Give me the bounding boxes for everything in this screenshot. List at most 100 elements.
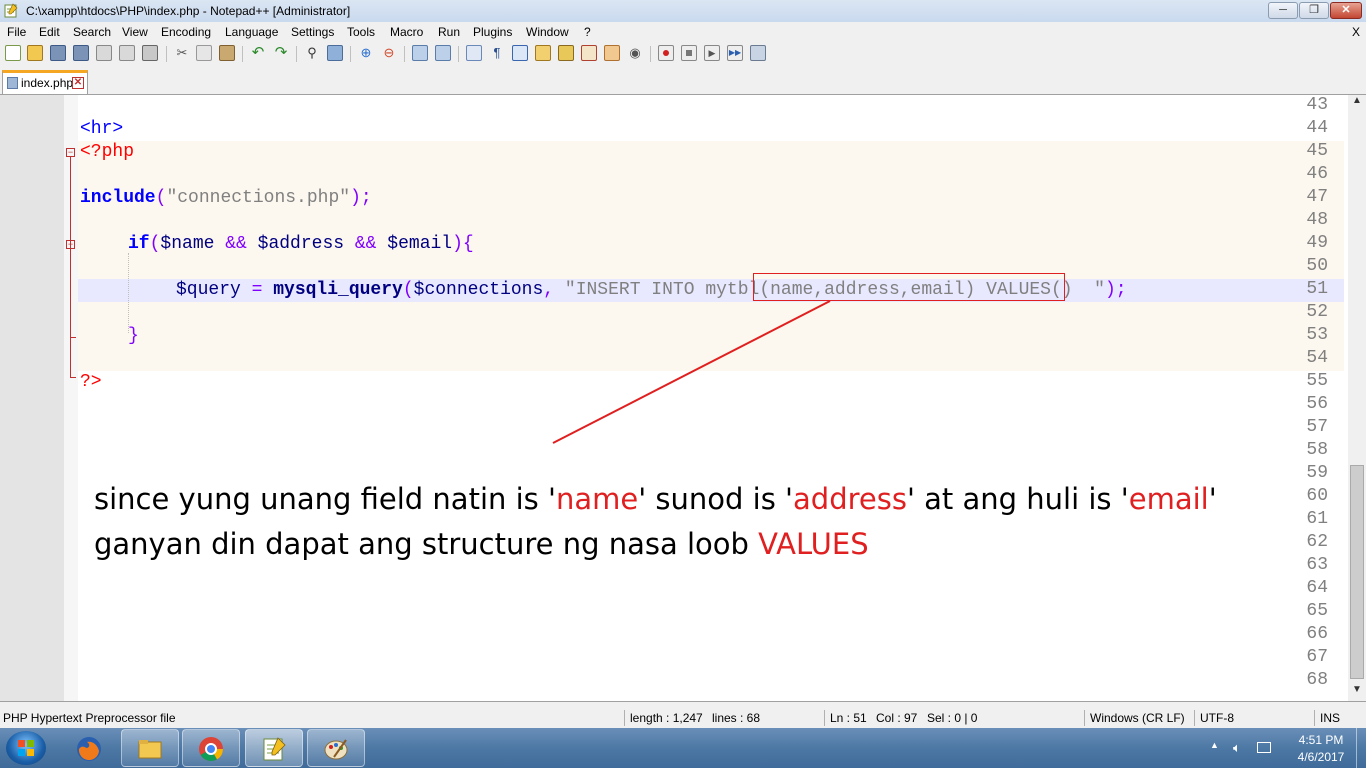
toolbar-separator (242, 46, 243, 62)
zoom-in-icon[interactable]: ⊕ (358, 45, 374, 61)
menu-file[interactable]: File (7, 25, 26, 39)
start-button-icon[interactable] (6, 731, 46, 765)
sync-horizontal-icon[interactable] (435, 45, 451, 61)
tab-strip: index.php ✕ (0, 66, 1366, 95)
show-hidden-icons-icon[interactable]: ▲ (1210, 740, 1224, 754)
menu-view[interactable]: View (122, 25, 148, 39)
status-insert-mode: INS (1320, 711, 1341, 725)
scrollbar-thumb[interactable] (1350, 465, 1364, 679)
tab-close-icon[interactable]: ✕ (72, 77, 84, 89)
record-macro-icon[interactable] (658, 45, 674, 61)
taskbar-notepadpp[interactable] (245, 729, 303, 767)
annotation-arrow (552, 300, 831, 444)
menu-bar: File Edit Search View Encoding Language … (0, 22, 1366, 42)
toolbar-separator (404, 46, 405, 62)
status-separator (1194, 710, 1195, 726)
status-encoding: UTF-8 (1200, 711, 1234, 725)
status-eol: Windows (CR LF) (1090, 711, 1185, 725)
window-title: C:\xampp\htdocs\PHP\index.php - Notepad+… (26, 4, 351, 18)
sync-vertical-icon[interactable] (412, 45, 428, 61)
status-separator (624, 710, 625, 726)
firefox-icon (75, 735, 103, 763)
stop-macro-icon[interactable] (681, 45, 697, 61)
status-selection: Sel : 0 | 0 (927, 711, 978, 725)
menu-run[interactable]: Run (438, 25, 460, 39)
menu-edit[interactable]: Edit (39, 25, 60, 39)
folder-workspace-icon[interactable] (604, 45, 620, 61)
network-icon[interactable] (1257, 742, 1271, 753)
menu-tools[interactable]: Tools (347, 25, 375, 39)
replace-icon[interactable] (327, 45, 343, 61)
user-defined-language-icon[interactable] (535, 45, 551, 61)
new-file-icon[interactable] (5, 45, 21, 61)
chrome-icon (197, 735, 225, 763)
menu-plugins[interactable]: Plugins (473, 25, 512, 39)
minimize-button[interactable]: ─ (1268, 2, 1298, 19)
run-macro-multiple-icon[interactable]: ▶▶ (727, 45, 743, 61)
toolbar-separator (296, 46, 297, 62)
annotation-text: since yung unang field natin is 'name' s… (94, 477, 1217, 567)
volume-icon[interactable]: 🔈︎ (1233, 740, 1247, 755)
cut-icon[interactable]: ✂ (174, 45, 190, 61)
redo-icon[interactable]: ↷ (273, 45, 289, 61)
tab-index-php[interactable]: index.php ✕ (2, 70, 88, 94)
menu-window[interactable]: Window (526, 25, 569, 39)
save-icon[interactable] (50, 45, 66, 61)
paint-icon (322, 735, 350, 763)
monitoring-icon[interactable]: ◉ (627, 45, 643, 61)
undo-icon[interactable]: ↶ (250, 45, 266, 61)
menu-settings[interactable]: Settings (291, 25, 334, 39)
clock-date[interactable]: 4/6/2017 (1292, 750, 1350, 764)
menu-macro[interactable]: Macro (390, 25, 423, 39)
scroll-down-icon[interactable]: ▼ (1348, 684, 1366, 701)
status-bar: PHP Hypertext Preprocessor file length :… (0, 708, 1366, 728)
toolbar-separator (458, 46, 459, 62)
status-separator (1314, 710, 1315, 726)
indent-guide-icon[interactable] (512, 45, 528, 61)
maximize-button[interactable]: ❐ (1299, 2, 1329, 19)
notepadpp-icon (260, 735, 288, 763)
copy-icon[interactable] (196, 45, 212, 61)
function-list-icon[interactable] (581, 45, 597, 61)
find-icon[interactable]: ⚲ (304, 45, 320, 61)
show-desktop-button[interactable] (1356, 728, 1366, 768)
taskbar-chrome[interactable] (182, 729, 240, 767)
file-icon (7, 77, 18, 89)
toolbar-separator (166, 46, 167, 62)
taskbar-firefox[interactable] (60, 729, 118, 767)
close-all-icon[interactable] (119, 45, 135, 61)
close-document-button[interactable]: X (1352, 25, 1360, 39)
tab-label: index.php (21, 76, 74, 90)
annotation-line-2: ganyan din dapat ang structure ng nasa l… (94, 527, 869, 561)
paste-icon[interactable] (219, 45, 235, 61)
menu-search[interactable]: Search (73, 25, 111, 39)
close-icon[interactable] (96, 45, 112, 61)
play-macro-icon[interactable]: ▶ (704, 45, 720, 61)
status-lines: lines : 68 (712, 711, 761, 725)
status-column: Col : 97 (876, 711, 918, 725)
scroll-up-icon[interactable]: ▲ (1348, 95, 1366, 112)
toolbar-separator (350, 46, 351, 62)
clock-time[interactable]: 4:51 PM (1296, 733, 1346, 747)
menu-help[interactable]: ? (584, 25, 591, 39)
menu-encoding[interactable]: Encoding (161, 25, 211, 39)
save-macro-icon[interactable] (750, 45, 766, 61)
save-all-icon[interactable] (73, 45, 89, 61)
menu-language[interactable]: Language (225, 25, 278, 39)
doc-map-icon[interactable] (558, 45, 574, 61)
vertical-scrollbar[interactable]: ▲ ▼ (1348, 95, 1366, 701)
folder-icon (136, 735, 164, 763)
annotation-line-1: since yung unang field natin is 'name' s… (94, 482, 1217, 516)
title-bar: C:\xampp\htdocs\PHP\index.php - Notepad+… (0, 0, 1366, 22)
close-window-button[interactable]: ✕ (1330, 2, 1362, 19)
code-editor[interactable]: 43 44 45 46 47 48 49 50 51 52 53 54 55 5… (0, 95, 1348, 701)
show-all-chars-icon[interactable]: ¶ (489, 45, 505, 61)
taskbar-explorer[interactable] (121, 729, 179, 767)
open-file-icon[interactable] (27, 45, 43, 61)
word-wrap-icon[interactable] (466, 45, 482, 61)
status-file-type: PHP Hypertext Preprocessor file (3, 711, 176, 725)
print-icon[interactable] (142, 45, 158, 61)
status-length: length : 1,247 (630, 711, 703, 725)
taskbar-paint[interactable] (307, 729, 365, 767)
zoom-out-icon[interactable]: ⊖ (381, 45, 397, 61)
